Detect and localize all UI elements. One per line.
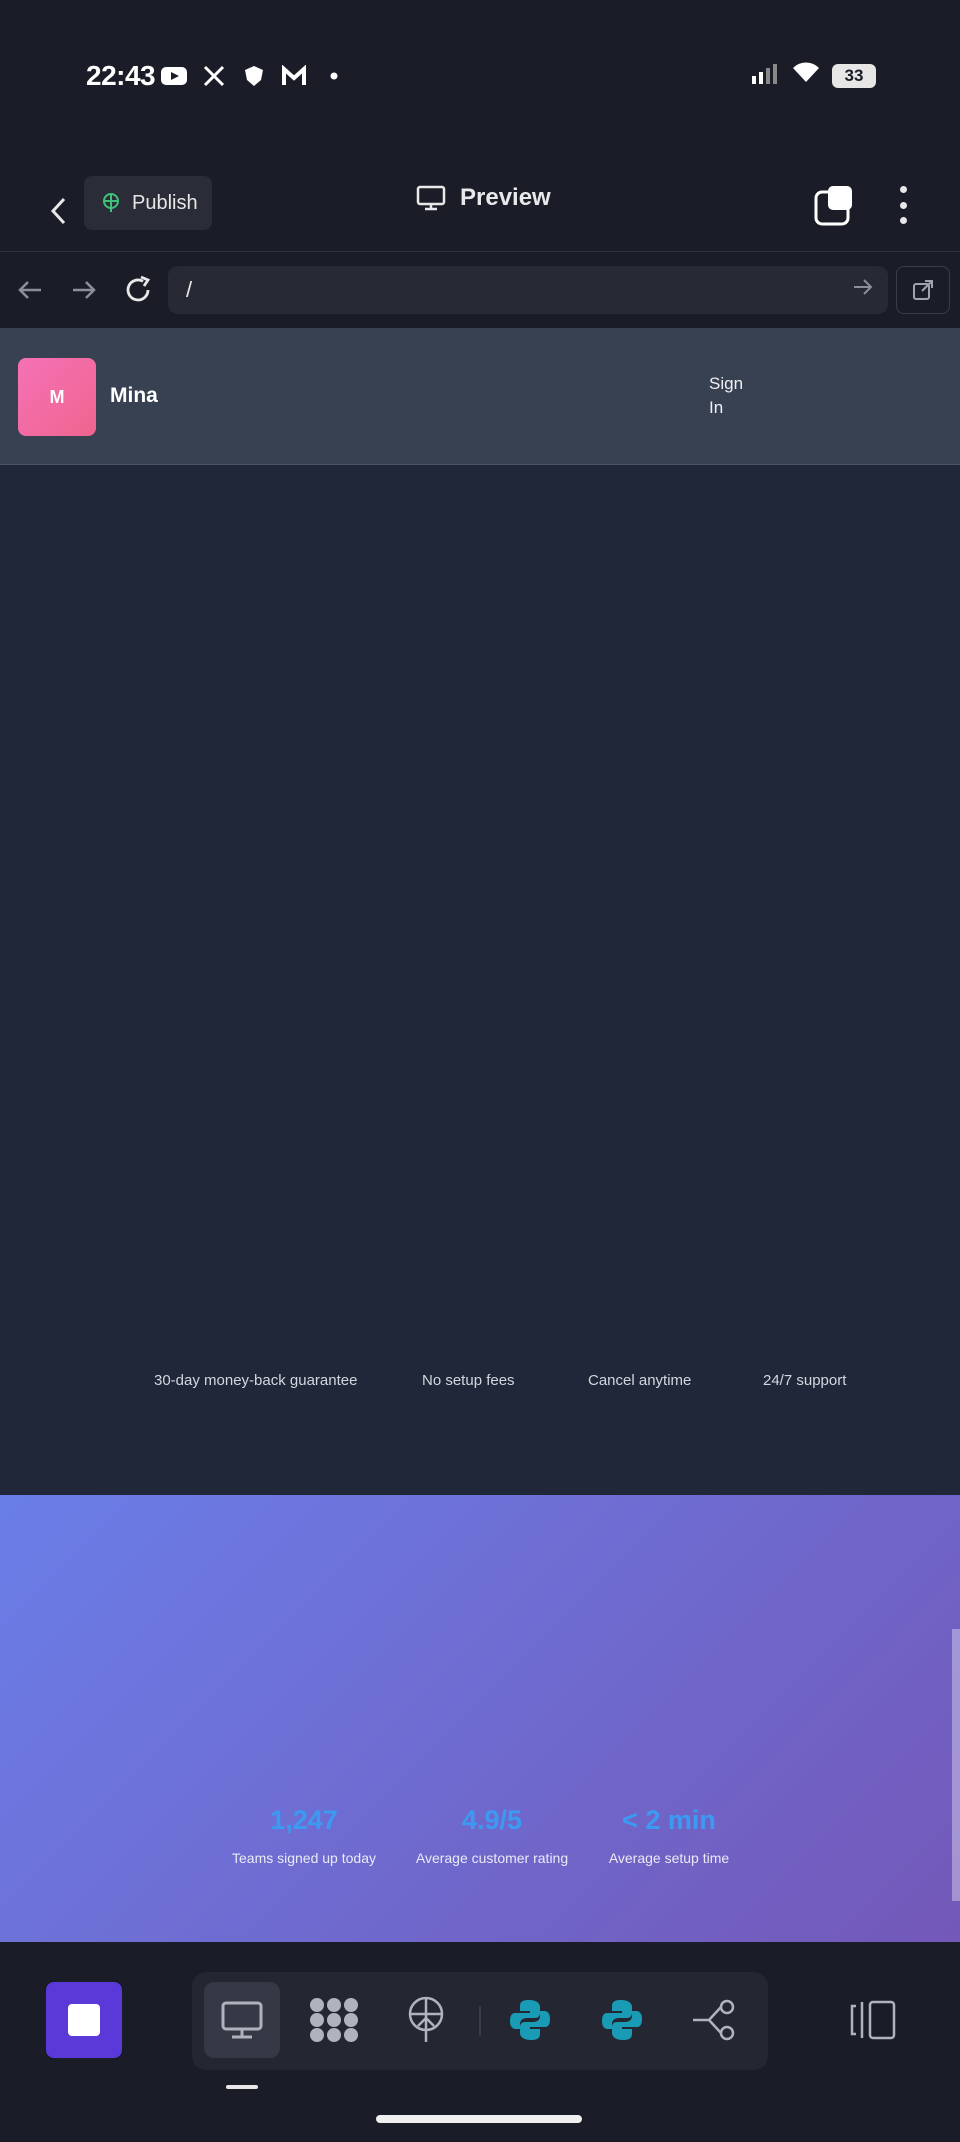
- arrow-left-icon: [18, 281, 41, 299]
- preview-label: Preview: [460, 184, 551, 211]
- dot: [899, 217, 907, 224]
- deploy-icon: [408, 1996, 444, 2042]
- home-indicator[interactable]: [376, 2115, 582, 2123]
- deploy-globe-icon: [103, 193, 119, 212]
- stat-label: Average customer rating: [415, 1850, 569, 1866]
- open-external-button[interactable]: [896, 266, 950, 314]
- flow-icon: [693, 1999, 735, 2041]
- preview-title: Preview: [416, 184, 551, 212]
- dot: [899, 201, 907, 209]
- stop-icon: [68, 2004, 100, 2036]
- sign-in-link[interactable]: Sign In: [709, 372, 753, 420]
- browser-forward-button[interactable]: [66, 272, 102, 308]
- tool-deploy[interactable]: [388, 1982, 464, 2058]
- apps-grid-icon: [310, 1998, 358, 2042]
- stat-value: 1,247: [270, 1805, 338, 1835]
- app-header: Publish Preview: [0, 170, 960, 252]
- toolbar-separator: [479, 2006, 481, 2036]
- sidebar-panel-icon: [850, 2000, 896, 2040]
- reload-icon: [126, 275, 151, 302]
- panel-toggle-button[interactable]: [850, 1998, 898, 2042]
- windows-button[interactable]: [812, 182, 858, 228]
- external-link-icon: [913, 280, 933, 300]
- battery-icon: 33: [832, 63, 876, 88]
- site-preview: M Mina Sign In 30-day money-back guarant…: [0, 328, 960, 1942]
- reload-button[interactable]: [120, 272, 156, 308]
- active-tab-indicator: [226, 2085, 258, 2089]
- monitor-icon: [416, 185, 446, 211]
- address-bar: /: [0, 262, 960, 318]
- guarantee-item: No setup fees: [422, 1372, 515, 1389]
- stat-rating: 4.9/5 Average customer rating: [408, 1805, 576, 1866]
- brand-name[interactable]: Mina: [110, 384, 158, 408]
- python-icon: [510, 2000, 550, 2040]
- tool-python-2[interactable]: [584, 1982, 660, 2058]
- more-options-button[interactable]: [888, 182, 918, 228]
- chevron-left-icon: [50, 197, 66, 225]
- site-logo[interactable]: M: [18, 358, 96, 436]
- m-app-icon: [280, 62, 308, 90]
- logo-letter: M: [49, 386, 65, 407]
- tool-group: [192, 1972, 768, 2070]
- dot-icon: [320, 62, 348, 90]
- python-icon: [602, 2000, 642, 2040]
- status-time: 22:43: [86, 60, 156, 91]
- header-divider: [0, 251, 960, 252]
- stat-label: Teams signed up today: [232, 1850, 376, 1866]
- publish-button[interactable]: Publish: [84, 176, 212, 230]
- system-indicators: 33: [752, 62, 876, 89]
- publish-label: Publish: [132, 191, 198, 214]
- tool-webview[interactable]: [204, 1982, 280, 2058]
- tool-workflow[interactable]: [676, 1982, 752, 2058]
- stat-setup-time: < 2 min Average setup time: [594, 1805, 744, 1866]
- stat-signups: 1,247 Teams signed up today: [220, 1805, 388, 1866]
- stats-section: 1,247 Teams signed up today 4.9/5 Averag…: [0, 1495, 960, 1942]
- stat-label: Average setup time: [608, 1850, 730, 1866]
- guarantee-item: 30-day money-back guarantee: [154, 1372, 358, 1389]
- desktop-icon: [221, 2001, 263, 2039]
- site-navbar: M Mina Sign In: [0, 328, 960, 465]
- stop-button[interactable]: [46, 1982, 122, 2058]
- youtube-icon: [160, 62, 188, 90]
- scrollbar-thumb[interactable]: [952, 1629, 960, 1901]
- stat-value: < 2 min: [622, 1805, 716, 1835]
- go-arrow-icon[interactable]: [852, 276, 874, 304]
- dot: [899, 186, 907, 193]
- shield-app-icon: [240, 62, 268, 90]
- guarantee-item: 24/7 support: [763, 1372, 847, 1389]
- tabs-icon: [814, 186, 852, 226]
- guarantee-list: 30-day money-back guarantee No setup fee…: [0, 1372, 960, 1402]
- url-text: /: [186, 277, 193, 302]
- bottom-toolbar: [0, 1942, 960, 2142]
- back-button[interactable]: [38, 186, 78, 236]
- stat-value: 4.9/5: [461, 1805, 523, 1835]
- tool-python-1[interactable]: [492, 1982, 568, 2058]
- wifi-icon: [792, 62, 820, 89]
- url-input[interactable]: /: [168, 266, 888, 314]
- arrow-right-icon: [73, 281, 96, 299]
- x-icon: [200, 62, 228, 90]
- guarantee-item: Cancel anytime: [588, 1372, 692, 1389]
- signal-icon: [752, 62, 780, 89]
- tool-apps[interactable]: [296, 1982, 372, 2058]
- status-bar: 22:43 33: [0, 0, 960, 140]
- browser-back-button[interactable]: [12, 272, 48, 308]
- notification-icons: [160, 62, 348, 90]
